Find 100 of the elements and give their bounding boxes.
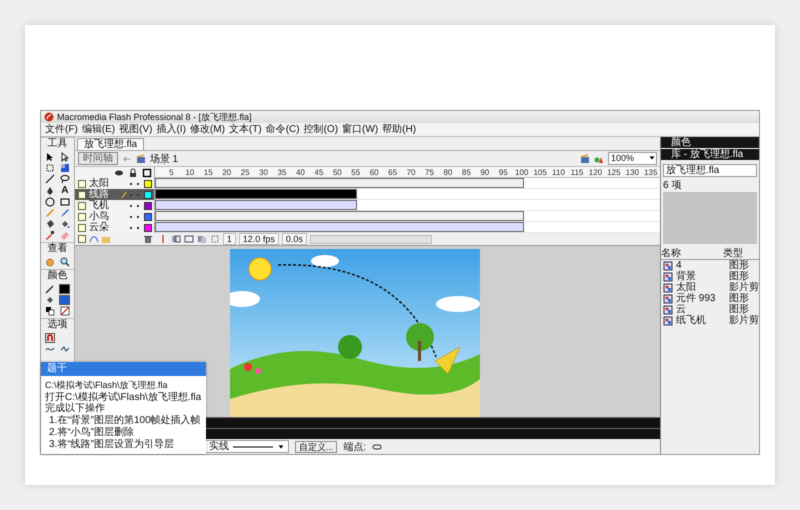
default-colors-icon[interactable] <box>44 306 55 316</box>
paint-bucket-icon[interactable] <box>60 219 70 229</box>
library-item-name[interactable]: 纸飞机 <box>676 315 726 326</box>
color-panel-header[interactable]: 颜色 <box>661 137 759 148</box>
library-item-name[interactable]: 太阳 <box>676 282 726 293</box>
library-item-name[interactable]: 云 <box>676 304 726 315</box>
stroke-style-dropdown[interactable]: 实线 <box>204 440 289 453</box>
lock-icon[interactable] <box>128 168 138 178</box>
layer-page-icon[interactable] <box>76 212 87 222</box>
eyedropper-icon[interactable] <box>44 230 55 240</box>
outline-icon[interactable] <box>142 168 152 178</box>
layer-row[interactable]: 飞机 <box>74 200 155 211</box>
frame-number: 135 <box>643 167 658 177</box>
pen-icon[interactable] <box>44 186 55 196</box>
symbol-icon[interactable] <box>663 260 673 270</box>
layer-page-icon[interactable] <box>76 222 87 232</box>
symbol-icon[interactable] <box>663 304 673 314</box>
tween-frame-span[interactable] <box>154 222 524 232</box>
edit-frames-icon[interactable] <box>196 234 207 244</box>
menu-item[interactable]: 文本(T) <box>228 123 262 136</box>
task-step: 3.将“线路”图层设置为引导层 <box>45 439 202 450</box>
stroke-color-swatch[interactable] <box>59 284 70 294</box>
selection-arrow-icon[interactable] <box>44 152 55 162</box>
gradient-transform-icon[interactable] <box>60 163 70 173</box>
document-tab[interactable]: 放飞理想.fla <box>76 138 144 150</box>
straighten-icon[interactable] <box>60 344 70 354</box>
menu-item[interactable]: 插入(I) <box>156 123 186 136</box>
frame-span[interactable] <box>154 178 524 188</box>
menu-item[interactable]: 视图(V) <box>119 123 152 136</box>
menu-item[interactable]: 文件(F) <box>45 123 78 136</box>
app-logo-icon[interactable] <box>44 112 54 122</box>
library-dropdown[interactable]: 放飞理想.fla <box>663 164 757 177</box>
cap-style-icon[interactable] <box>372 442 382 452</box>
menu-item[interactable]: 窗口(W) <box>342 123 378 136</box>
layer-color-square[interactable] <box>144 190 152 198</box>
layer-page-icon[interactable] <box>76 178 87 188</box>
menu-item[interactable]: 控制(O) <box>304 123 338 136</box>
stroke-pencil-icon[interactable] <box>44 284 55 294</box>
zoom-icon[interactable] <box>60 257 70 267</box>
layer-row[interactable]: 云朵 <box>74 222 155 233</box>
trash-icon[interactable] <box>142 234 153 244</box>
column-header[interactable]: 名称 <box>661 248 723 259</box>
custom-button[interactable]: 自定义... <box>294 440 338 452</box>
brush-icon[interactable] <box>60 208 70 218</box>
pencil-icon[interactable] <box>120 190 128 200</box>
symbol-icon[interactable] <box>663 316 673 326</box>
hand-icon[interactable] <box>44 257 55 267</box>
onion-markers-icon[interactable] <box>210 234 220 244</box>
library-panel-header[interactable]: 库 - 放飞理想.fla <box>661 149 759 160</box>
timeline-button[interactable]: 时间轴 <box>78 152 118 165</box>
layer-color-square[interactable] <box>144 180 152 188</box>
frame-number: 80 <box>442 167 454 177</box>
symbol-icon[interactable] <box>663 294 673 304</box>
column-header[interactable]: 类型 <box>723 248 743 259</box>
layer-color-square[interactable] <box>144 224 152 232</box>
onion-outline-icon[interactable] <box>184 234 194 244</box>
frame-span[interactable] <box>154 189 357 199</box>
add-guide-icon[interactable] <box>88 234 99 244</box>
layer-row[interactable]: 小鸟 <box>74 211 155 222</box>
onion-skin-icon[interactable] <box>170 234 181 244</box>
scene-icon[interactable] <box>136 154 146 164</box>
menu-item[interactable]: 修改(M) <box>190 123 225 136</box>
text-tool[interactable]: A <box>61 185 68 196</box>
layer-name: 飞机 <box>88 200 110 211</box>
frame-number: 100 <box>514 167 530 177</box>
menu-item[interactable]: 命令(C) <box>266 123 300 136</box>
edit-scene-icon[interactable] <box>580 154 590 164</box>
tween-frame-span[interactable] <box>154 200 357 210</box>
library-item-name[interactable]: 4 <box>676 260 726 271</box>
line-icon[interactable] <box>44 174 55 184</box>
frame-span[interactable] <box>154 211 524 221</box>
rectangle-icon[interactable] <box>60 197 70 207</box>
layer-page-icon[interactable] <box>76 190 87 200</box>
no-color-icon[interactable] <box>60 306 70 316</box>
oval-icon[interactable] <box>44 197 55 207</box>
library-item-name[interactable]: 元件 993 <box>676 293 726 304</box>
magnet-icon[interactable] <box>44 333 55 343</box>
eye-icon[interactable] <box>114 168 124 178</box>
menu-item[interactable]: 帮助(H) <box>382 123 416 136</box>
symbol-icon[interactable] <box>663 282 673 292</box>
layer-page-icon[interactable] <box>76 200 87 210</box>
symbol-icon[interactable] <box>663 272 673 282</box>
zoom-dropdown[interactable]: 100% <box>608 152 657 165</box>
fill-bucket-icon[interactable] <box>44 295 55 305</box>
free-transform-icon[interactable] <box>44 163 55 173</box>
frame-rate[interactable]: 12.0 fps <box>238 233 279 245</box>
fill-color-swatch[interactable] <box>59 295 70 305</box>
layer-row[interactable]: 太阳 <box>74 178 155 189</box>
lasso-icon[interactable] <box>60 174 70 184</box>
subselection-arrow-icon[interactable] <box>60 152 70 162</box>
frame-number: 115 <box>570 167 584 177</box>
frame-number: 60 <box>368 167 380 177</box>
layer-color-square[interactable] <box>144 212 152 220</box>
timeline-scrollbar[interactable] <box>310 234 432 244</box>
layer-row[interactable]: 线路 <box>74 189 155 200</box>
menu-item[interactable]: 编辑(E) <box>82 123 116 136</box>
add-layer-icon[interactable] <box>76 234 87 244</box>
ink-bottle-icon[interactable] <box>44 219 55 229</box>
layer-color-square[interactable] <box>144 202 152 210</box>
library-item-name[interactable]: 背景 <box>676 271 726 282</box>
